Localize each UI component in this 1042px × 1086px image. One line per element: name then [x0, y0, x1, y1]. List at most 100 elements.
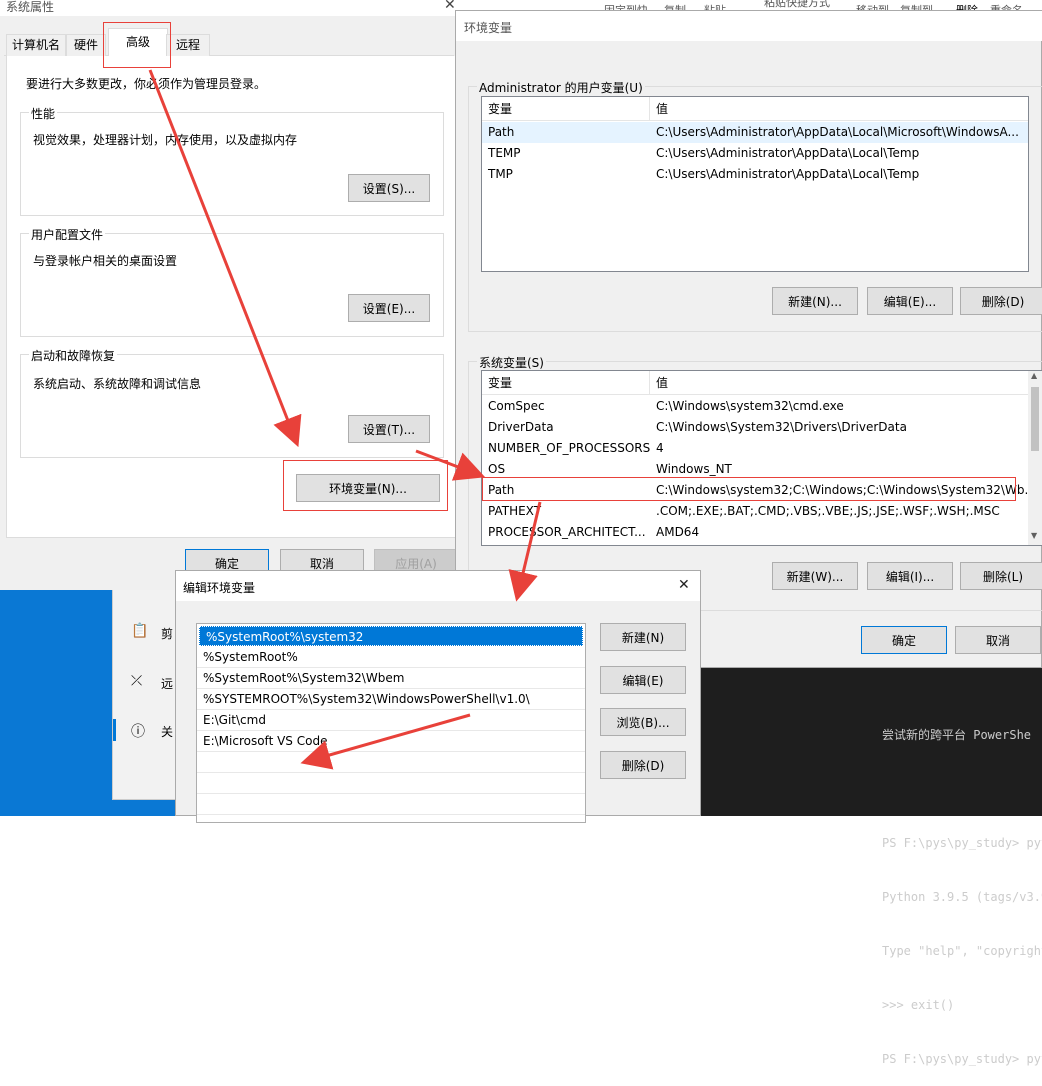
path-entry: %SYSTEMROOT%\System32\WindowsPowerShell\…: [203, 692, 530, 706]
variable-value: .COM;.EXE;.BAT;.CMD;.VBS;.VBE;.JS;.JSE;.…: [656, 504, 1000, 518]
path-entry: %SystemRoot%\system32: [206, 630, 364, 644]
variable-value: C:\Users\Administrator\AppData\Local\Tem…: [656, 146, 920, 160]
variable-name: ComSpec: [488, 399, 545, 413]
list-item[interactable]: Path C:\Users\Administrator\AppData\Local…: [482, 122, 1028, 143]
terminal-window[interactable]: 尝试新的跨平台 PowerShe PS F:\pys\py_study> pyt…: [700, 668, 1042, 1066]
group-desc: 视觉效果，处理器计划，内存使用，以及虚拟内存: [33, 133, 298, 147]
variable-name: TMP: [488, 167, 513, 181]
list-item[interactable]: %SystemRoot%\System32\Wbem: [197, 668, 585, 689]
empty-list-row[interactable]: [197, 752, 585, 773]
cancel-button[interactable]: 取消: [955, 626, 1041, 654]
delete-entry-button[interactable]: 删除(D): [600, 751, 686, 779]
terminal-line: PS F:\pys\py_study> pyt: [882, 836, 1042, 850]
admin-notice: 要进行大多数更改，你必须作为管理员登录。: [26, 77, 267, 91]
group-desc: 系统启动、系统故障和调试信息: [33, 377, 202, 391]
user-delete-button[interactable]: 删除(D): [960, 287, 1042, 315]
context-menu-item[interactable]: ⤫ 远: [113, 667, 183, 697]
edit-environment-variable-dialog: 编辑环境变量 ✕ %SystemRoot%\system32 %SystemRo…: [175, 570, 701, 823]
list-header: 变量 值: [482, 97, 1028, 121]
group-title: 启动和故障恢复: [29, 347, 118, 364]
ok-button[interactable]: 确定: [861, 626, 947, 654]
tab-label: 硬件: [73, 38, 98, 52]
user-new-button[interactable]: 新建(N)...: [772, 287, 858, 315]
tab-hardware[interactable]: 硬件: [66, 34, 106, 56]
vertical-scrollbar[interactable]: ▲ ▼: [1028, 371, 1042, 545]
context-menu: 📋 剪 ⤫ 远 ⓘ 关: [112, 560, 182, 800]
terminal-line: PS F:\pys\py_study> pyt: [882, 1052, 1042, 1066]
dialog-title: 系统属性: [6, 0, 55, 14]
menu-accent-bar: [113, 719, 116, 741]
list-item[interactable]: TMP C:\Users\Administrator\AppData\Local\…: [482, 164, 1028, 185]
group-desc: 与登录帐户相关的桌面设置: [33, 254, 178, 268]
dialog-title: 环境变量: [464, 21, 513, 35]
dialog-titlebar: 编辑环境变量 ✕: [176, 571, 700, 601]
list-item[interactable]: PROCESSOR_ARCHITECT... AMD64: [482, 522, 1028, 543]
dialog-title: 编辑环境变量: [183, 581, 256, 595]
group-title: 用户配置文件: [29, 226, 106, 243]
scroll-down-icon[interactable]: ▼: [1031, 531, 1037, 540]
list-item[interactable]: NUMBER_OF_PROCESSORS 4: [482, 438, 1028, 459]
annotation-box-env-button: [283, 460, 448, 511]
column-header-value[interactable]: 值: [650, 371, 1028, 395]
performance-settings-button[interactable]: 设置(S)...: [348, 174, 430, 202]
path-entry: %SystemRoot%: [203, 650, 298, 664]
column-header-variable[interactable]: 变量: [482, 371, 650, 395]
list-header: 变量 值: [482, 371, 1028, 395]
variable-name: PROCESSOR_ARCHITECT...: [488, 525, 646, 539]
tab-label: 远程: [175, 38, 200, 52]
variable-name: TEMP: [488, 146, 521, 160]
user-edit-button[interactable]: 编辑(E)...: [867, 287, 953, 315]
list-item[interactable]: %SYSTEMROOT%\System32\WindowsPowerShell\…: [197, 689, 585, 710]
terminal-line: 尝试新的跨平台 PowerShe: [882, 728, 1032, 742]
user-variables-list[interactable]: 变量 值 Path C:\Users\Administrator\AppData\…: [481, 96, 1029, 272]
system-edit-button[interactable]: 编辑(I)...: [867, 562, 953, 590]
list-item[interactable]: TEMP C:\Users\Administrator\AppData\Local…: [482, 143, 1028, 164]
system-variables-list[interactable]: 变量 值 ComSpec C:\Windows\system32\cmd.exe …: [481, 370, 1042, 546]
path-entry: %SystemRoot%\System32\Wbem: [203, 671, 405, 685]
list-item[interactable]: ComSpec C:\Windows\system32\cmd.exe: [482, 396, 1028, 417]
empty-list-row[interactable]: [197, 794, 585, 815]
list-item[interactable]: DriverData C:\Windows\System32\Drivers\Dr…: [482, 417, 1028, 438]
list-item[interactable]: E:\Microsoft VS Code: [197, 731, 585, 752]
variable-name: NUMBER_OF_PROCESSORS: [488, 441, 650, 455]
close-icon[interactable]: ✕: [678, 577, 690, 593]
context-menu-label: 关: [161, 725, 174, 739]
terminal-line: Python 3.9.5 (tags/v3.9: [882, 890, 1042, 904]
list-item[interactable]: %SystemRoot%\system32: [199, 626, 583, 646]
scroll-up-icon[interactable]: ▲: [1031, 371, 1037, 380]
dialog-titlebar: 环境变量: [456, 11, 1042, 41]
context-menu-item[interactable]: ⓘ 关: [113, 715, 183, 745]
system-delete-button[interactable]: 删除(L): [960, 562, 1042, 590]
variable-name: PATHEXT: [488, 504, 542, 518]
group-title: Administrator 的用户变量(U): [477, 79, 645, 96]
variable-name: Path: [488, 125, 515, 139]
browse-button[interactable]: 浏览(B)...: [600, 708, 686, 736]
scrollbar-thumb[interactable]: [1031, 387, 1039, 451]
context-menu-item[interactable]: 📋 剪: [113, 617, 183, 647]
new-entry-button[interactable]: 新建(N): [600, 623, 686, 651]
column-header-value[interactable]: 值: [650, 97, 1028, 121]
tab-label: 计算机名: [11, 38, 60, 52]
empty-list-row[interactable]: [197, 773, 585, 794]
variable-value: C:\Users\Administrator\AppData\Local\Tem…: [656, 167, 920, 181]
variable-value: 4: [656, 441, 664, 455]
ribbon-paste-shortcut[interactable]: 粘贴快捷方式: [764, 0, 830, 10]
startup-settings-button[interactable]: 设置(T)...: [348, 415, 430, 443]
group-title: 性能: [29, 105, 58, 122]
path-entries-list[interactable]: %SystemRoot%\system32 %SystemRoot% %Syst…: [196, 623, 586, 823]
tab-strip: 计算机名 硬件 高级 远程: [4, 28, 454, 57]
system-new-button[interactable]: 新建(W)...: [772, 562, 858, 590]
list-item[interactable]: %SystemRoot%: [197, 647, 585, 668]
tab-remote[interactable]: 远程: [166, 34, 210, 56]
context-menu-label: 剪: [161, 627, 174, 641]
path-entry: E:\Microsoft VS Code: [203, 734, 328, 748]
column-header-variable[interactable]: 变量: [482, 97, 650, 121]
list-item[interactable]: E:\Git\cmd: [197, 710, 585, 731]
close-icon[interactable]: ✕: [444, 0, 456, 13]
tab-computer-name[interactable]: 计算机名: [6, 34, 66, 56]
clipboard-icon: 📋: [131, 623, 149, 639]
edit-entry-button[interactable]: 编辑(E): [600, 666, 686, 694]
profile-settings-button[interactable]: 设置(E)...: [348, 294, 430, 322]
performance-group: 性能 视觉效果，处理器计划，内存使用，以及虚拟内存 设置(S)...: [20, 105, 444, 216]
list-item[interactable]: PATHEXT .COM;.EXE;.BAT;.CMD;.VBS;.VBE;.JS…: [482, 501, 1028, 522]
